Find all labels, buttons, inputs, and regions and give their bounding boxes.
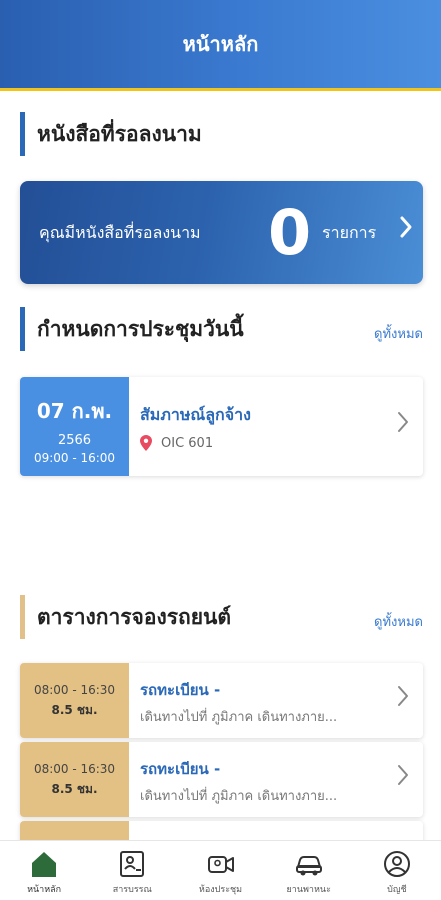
car-description: เดินทางไปที่ ภูมิภาค เดินทางภาย... [140,789,338,804]
pending-section-title: หนังสือที่รอลงนาม [37,121,202,146]
nav-meeting-room-label: ห้องประชุม [198,885,243,895]
home-icon [32,852,57,877]
document-icon [120,851,145,877]
chevron-right-icon [397,411,409,439]
car-title: รถทะเบียน - [140,760,221,778]
meeting-room-label: OIC 601 [161,435,214,451]
nav-vehicle[interactable]: ยานพาหนะ [265,841,353,900]
car-time-block: 08:00 - 16:30 8.5 ชม. [20,663,129,738]
nav-saraban[interactable]: สารบรรณ [88,841,176,900]
nav-home-label: หน้าหลัก [27,885,62,895]
pending-unit: รายการ [322,223,377,242]
nav-account-label: บัญชี [387,885,407,895]
meeting-time: 09:00 - 16:00 [33,451,116,465]
car-booking-card[interactable]: 08:00 - 16:30 8.5 ชม. รถทะเบียน - เดินทา… [20,663,423,738]
pending-label: คุณมีหนังสือที่รอลงนาม [39,223,201,242]
car-section-heading: ตารางการจองรถยนต์ [20,595,231,639]
pending-count: 0 [268,196,312,269]
meeting-section-heading: กำหนดการประชุมวันนี้ [20,307,244,351]
car-hours: 8.5 ชม. [51,703,98,717]
car-icon [295,856,322,876]
meeting-see-all-link[interactable]: ดูทั้งหมด [374,323,423,344]
nav-vehicle-label: ยานพาหนะ [286,885,331,895]
app-header: หน้าหลัก [0,0,441,91]
nav-saraban-label: สารบรรณ [112,885,152,895]
car-time: 08:00 - 16:30 [33,762,116,776]
meeting-room: OIC 601 [140,435,213,451]
section-accent-bar [20,595,25,639]
meeting-date: 07 ก.พ. [36,399,113,423]
bottom-navigation: หน้าหลัก สารบรรณ ห้องประชุม ยานพาหนะ บัญ… [0,840,441,900]
pending-documents-card[interactable]: คุณมีหนังสือที่รอลงนาม 0 รายการ [20,181,423,284]
car-time-block: 08:00 - 16:30 8.5 ชม. [20,742,129,817]
location-pin-icon [140,435,152,451]
section-accent-bar [20,112,25,156]
car-section-title: ตารางการจองรถยนต์ [37,604,232,629]
car-title: รถทะเบียน - [140,681,221,699]
page-title: หน้าหลัก [182,32,259,56]
pending-section-heading: หนังสือที่รอลงนาม [20,112,202,156]
car-hours: 8.5 ชม. [51,782,98,796]
video-call-icon [207,856,234,873]
car-time: 08:00 - 16:30 [33,683,116,697]
car-see-all-link[interactable]: ดูทั้งหมด [374,611,423,632]
nav-account[interactable]: บัญชี [353,841,441,900]
meeting-year: 2566 [57,433,92,448]
meeting-title: สัมภาษณ์ลูกจ้าง [140,405,251,424]
chevron-right-icon [397,764,409,792]
nav-meeting-room[interactable]: ห้องประชุม [176,841,264,900]
section-accent-bar [20,307,25,351]
meeting-date-block: 07 ก.พ. 2566 09:00 - 16:00 [20,377,129,476]
car-booking-card[interactable]: 08:00 - 16:30 8.5 ชม. รถทะเบียน - เดินทา… [20,742,423,817]
meeting-section-title: กำหนดการประชุมวันนี้ [37,316,244,341]
car-description: เดินทางไปที่ ภูมิภาค เดินทางภาย... [140,710,338,725]
meeting-card[interactable]: 07 ก.พ. 2566 09:00 - 16:00 สัมภาษณ์ลูกจ้… [20,377,423,476]
chevron-right-icon [397,685,409,713]
chevron-right-icon [399,215,413,245]
account-icon [383,851,410,877]
nav-home[interactable]: หน้าหลัก [0,841,88,900]
